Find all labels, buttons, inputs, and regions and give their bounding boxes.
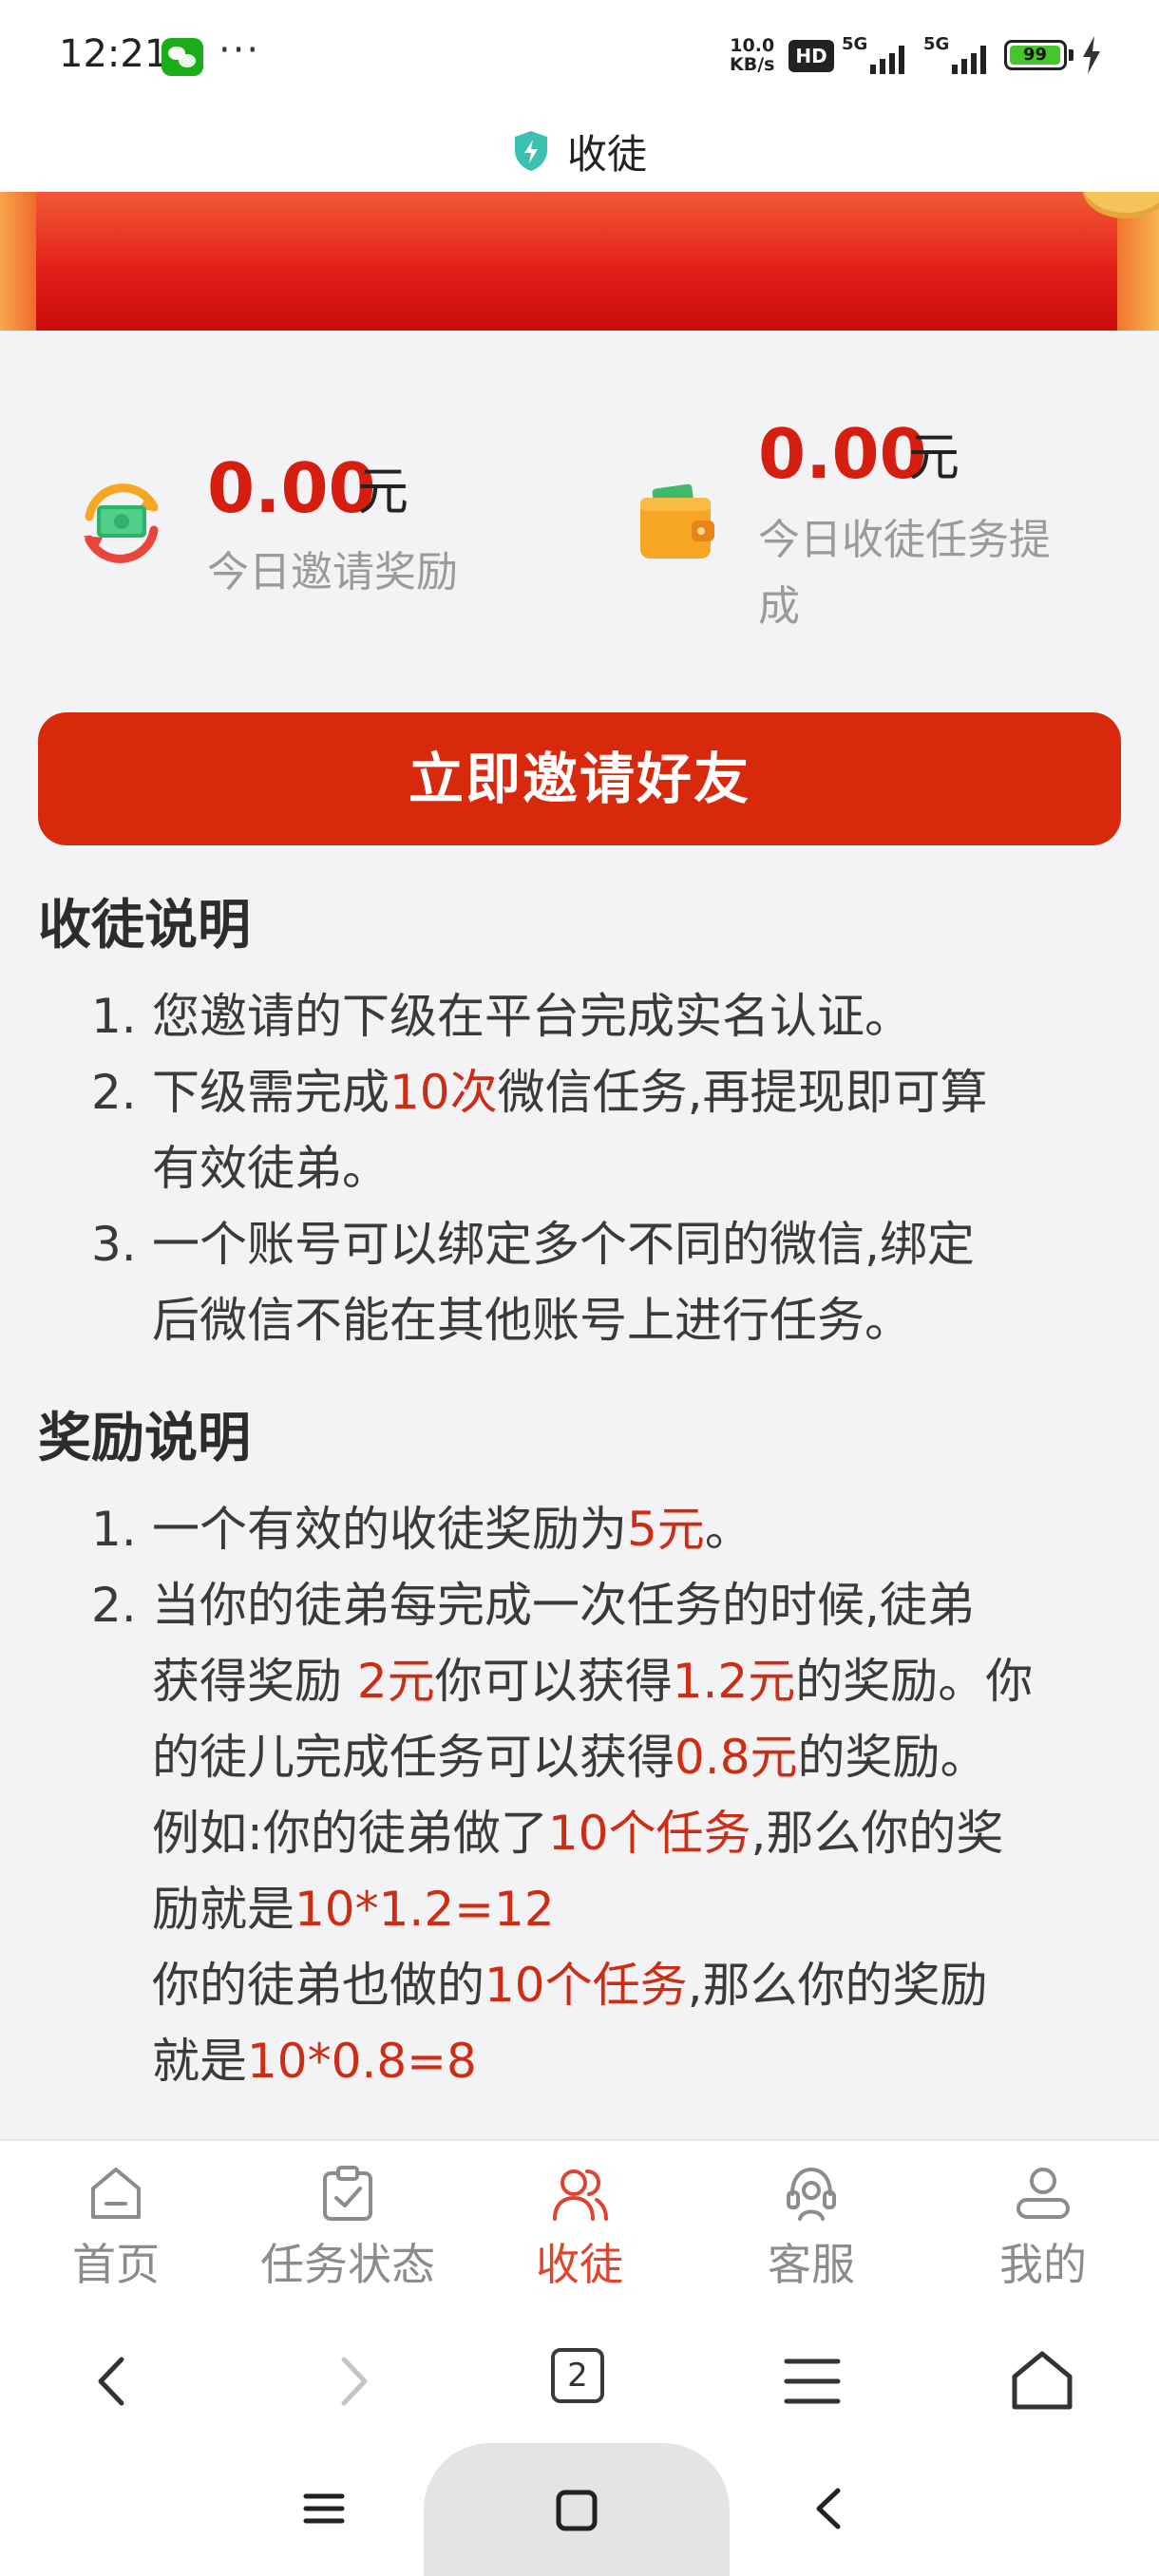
network-speed: 10.0 KB/s bbox=[730, 36, 774, 74]
charging-bolt-icon bbox=[1083, 36, 1100, 74]
battery-level: 99 bbox=[1010, 46, 1060, 65]
wechat-notification-icon bbox=[162, 38, 203, 76]
tab-customer-service[interactable]: 客服 bbox=[695, 2141, 927, 2310]
task-commission-amount: 0.00 bbox=[758, 414, 927, 494]
highlight-amount: 0.8元 bbox=[674, 1730, 798, 1785]
reward-rules-title: 奖励说明 bbox=[38, 1408, 251, 1469]
highlight-amount: 1.2元 bbox=[672, 1654, 796, 1709]
reward-rules-list: 1. 一个有效的收徒奖励为5元。 2. 当你的徒弟每完成一次任务的时候,徒弟 获… bbox=[91, 1491, 1146, 2099]
rule-text: 您邀请的下级在平台完成实名认证。 bbox=[152, 989, 912, 1044]
status-bar: 12:21 ··· 10.0 KB/s HD 5G 5G 99 bbox=[0, 0, 1159, 110]
system-back-icon[interactable] bbox=[806, 2485, 853, 2532]
highlight-count: 10个任务 bbox=[547, 1806, 751, 1861]
rule-line: 有效徒弟。 bbox=[152, 1141, 390, 1196]
apprentice-rule-1: 1. 您邀请的下级在平台完成实名认证。 bbox=[91, 978, 1146, 1054]
tab-apprentice-label: 收徒 bbox=[536, 2239, 623, 2290]
rule-line: 励就是10*1.2=12 bbox=[152, 1882, 555, 1937]
forward-arrow-icon[interactable] bbox=[319, 2348, 386, 2415]
invite-friends-button[interactable]: 立即邀请好友 bbox=[38, 712, 1121, 845]
tab-count: 2 bbox=[551, 2348, 604, 2403]
signal-sim2-icon: 5G bbox=[923, 34, 994, 76]
banner-left-edge bbox=[0, 192, 36, 331]
rule-line: 下级需完成10次微信任务,再提现即可算 bbox=[152, 1065, 988, 1120]
reward-rule-1: 1. 一个有效的收徒奖励为5元。 bbox=[91, 1491, 1146, 1567]
tab-task-status-label: 任务状态 bbox=[260, 2239, 435, 2290]
apprentice-rule-3: 3. 一个账号可以绑定多个不同的微信,绑定 后微信不能在其他账号上进行任务。 bbox=[91, 1206, 1146, 1358]
network-speed-unit: KB/s bbox=[730, 54, 775, 75]
wallet-icon bbox=[640, 483, 714, 559]
rule-line: 当你的徒弟每完成一次任务的时候,徒弟 bbox=[152, 1578, 975, 1633]
status-time: 12:21 bbox=[59, 32, 169, 76]
hd-volte-icon: HD bbox=[788, 40, 834, 72]
recent-apps-icon[interactable] bbox=[300, 2485, 348, 2532]
invite-reward-label: 今日邀请奖励 bbox=[207, 548, 458, 597]
tab-mine[interactable]: 我的 bbox=[927, 2141, 1159, 2310]
page-title: 收徒 bbox=[566, 130, 647, 178]
signal-sim1-icon: 5G bbox=[842, 34, 912, 76]
tab-apprentice[interactable]: 收徒 bbox=[464, 2141, 695, 2310]
highlight-count: 10个任务 bbox=[484, 1958, 688, 2013]
browser-home-icon[interactable] bbox=[1009, 2348, 1075, 2415]
battery-tip bbox=[1069, 49, 1074, 61]
tabs-button[interactable]: 2 bbox=[551, 2348, 618, 2415]
rule-line: 例如:你的徒弟做了10个任务,那么你的奖 bbox=[152, 1806, 1004, 1861]
headset-icon bbox=[787, 2167, 836, 2221]
browser-toolbar: 2 bbox=[0, 2310, 1159, 2443]
tab-mine-label: 我的 bbox=[999, 2239, 1087, 2290]
rule-number: 2. bbox=[91, 1578, 137, 1633]
invite-reward-amount: 0.00 bbox=[207, 448, 376, 528]
money-cycle-icon bbox=[84, 483, 159, 563]
rule-number: 1. bbox=[91, 989, 137, 1044]
user-icon bbox=[1016, 2168, 1070, 2219]
tab-customer-service-label: 客服 bbox=[768, 2239, 855, 2290]
rule-number: 2. bbox=[91, 1065, 137, 1120]
highlight-formula: 10*1.2=12 bbox=[294, 1882, 555, 1937]
shield-bolt-icon bbox=[514, 131, 547, 171]
sim1-network-type: 5G bbox=[842, 34, 868, 54]
reward-stats: 0.00 元 今日邀请奖励 0.00 元 今日收徒任务提 成 bbox=[0, 331, 1159, 672]
bottom-tab-bar: 首页 任务状态 收徒 客服 我的 bbox=[0, 2139, 1159, 2310]
back-arrow-icon[interactable] bbox=[80, 2348, 146, 2415]
system-navigation-bar bbox=[0, 2443, 1159, 2576]
sim2-network-type: 5G bbox=[923, 34, 950, 54]
rule-line: 你的徒弟也做的10个任务,那么你的奖励 bbox=[152, 1958, 988, 2013]
rule-line: 一个账号可以绑定多个不同的微信,绑定 bbox=[152, 1217, 975, 1272]
home-icon bbox=[91, 2168, 141, 2219]
rule-line: 后微信不能在其他账号上进行任务。 bbox=[152, 1293, 912, 1348]
network-speed-value: 10.0 bbox=[730, 35, 775, 56]
apprentice-rule-2: 2. 下级需完成10次微信任务,再提现即可算 有效徒弟。 bbox=[91, 1054, 1146, 1206]
page-header: 收徒 bbox=[0, 110, 1159, 192]
highlight-amount: 2元 bbox=[356, 1654, 435, 1709]
task-commission-label-line2: 成 bbox=[758, 582, 800, 631]
rule-line: 的徒儿完成任务可以获得0.8元的奖励。 bbox=[152, 1730, 988, 1785]
system-home-icon bbox=[556, 2490, 598, 2531]
battery-icon: 99 bbox=[1004, 40, 1067, 70]
clipboard-check-icon bbox=[323, 2166, 372, 2221]
reward-rule-2: 2. 当你的徒弟每完成一次任务的时候,徒弟 获得奖励 2元你可以获得1.2元的奖… bbox=[91, 1567, 1146, 2099]
apprentice-rules-title: 收徒说明 bbox=[38, 895, 251, 957]
task-commission-unit: 元 bbox=[908, 427, 960, 487]
menu-icon[interactable] bbox=[779, 2348, 846, 2415]
rule-line: 就是10*0.8=8 bbox=[152, 2034, 477, 2089]
tab-task-status[interactable]: 任务状态 bbox=[232, 2141, 464, 2310]
rule-number: 3. bbox=[91, 1217, 137, 1272]
home-pill[interactable] bbox=[424, 2443, 730, 2576]
apprentice-rules-list: 1. 您邀请的下级在平台完成实名认证。 2. 下级需完成10次微信任务,再提现即… bbox=[91, 978, 1146, 1358]
highlight-count: 10次 bbox=[390, 1065, 498, 1120]
rule-number: 1. bbox=[91, 1502, 137, 1557]
task-commission-label-line1: 今日收徒任务提 bbox=[758, 516, 1051, 564]
highlight-amount: 5元 bbox=[627, 1502, 705, 1557]
invite-reward-unit: 元 bbox=[357, 462, 408, 521]
more-notifications-icon: ··· bbox=[218, 28, 261, 72]
tab-home[interactable]: 首页 bbox=[0, 2141, 232, 2310]
highlight-formula: 10*0.8=8 bbox=[247, 2034, 477, 2089]
rule-line: 获得奖励 2元你可以获得1.2元的奖励。你 bbox=[152, 1654, 1034, 1709]
users-icon bbox=[553, 2169, 608, 2221]
tab-home-label: 首页 bbox=[72, 2239, 160, 2290]
promo-banner[interactable] bbox=[0, 192, 1159, 331]
